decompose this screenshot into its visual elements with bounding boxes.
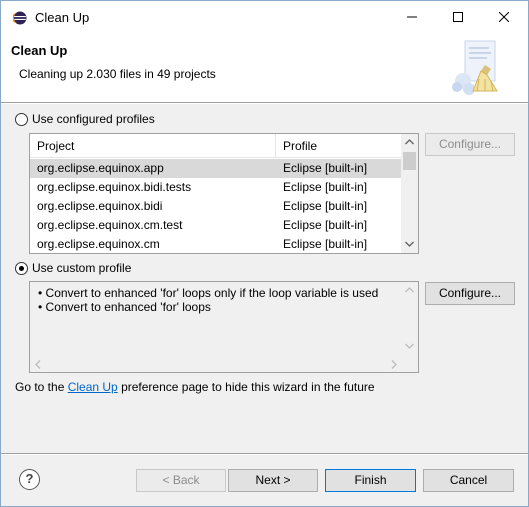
project-cell: org.eclipse.equinox.cm.test [37,218,183,232]
table-row[interactable]: org.eclipse.equinox.app Eclipse [built-i… [30,159,402,178]
table-row[interactable]: org.eclipse.equinox.bidi.tests Eclipse [… [30,178,402,197]
scrollbar-thumb[interactable] [403,152,416,170]
table-row[interactable]: org.eclipse.equinox.cm Eclipse [built-in… [30,235,402,253]
configure-profiles-button[interactable]: Configure... [425,133,515,156]
next-button[interactable]: Next > [228,469,318,492]
title-bar: Clean Up [1,1,528,33]
cleanup-wizard-icon [452,40,498,95]
use-custom-profile-label[interactable]: Use custom profile [32,261,131,275]
profile-cell: Eclipse [built-in] [283,180,368,194]
clean-up-preference-link[interactable]: Clean Up [68,380,118,394]
custom-profile-summary: • Convert to enhanced 'for' loops only i… [29,281,419,373]
close-icon [499,12,509,22]
use-configured-profiles-radio[interactable] [15,113,28,126]
cancel-button[interactable]: Cancel [423,469,514,492]
chevron-up-icon[interactable] [405,139,414,145]
chevron-left-icon[interactable] [35,360,41,369]
list-item: • Convert to enhanced 'for' loops [38,300,211,314]
help-icon[interactable]: ? [19,469,40,490]
column-header-profile[interactable]: Profile [276,134,402,158]
profile-cell: Eclipse [built-in] [283,161,368,175]
profile-cell: Eclipse [built-in] [283,237,368,251]
column-header-project[interactable]: Project [30,134,276,158]
table-row[interactable]: org.eclipse.equinox.bidi Eclipse [built-… [30,197,402,216]
project-cell: org.eclipse.equinox.bidi.tests [37,180,192,194]
finish-button[interactable]: Finish [325,469,416,492]
back-button[interactable]: < Back [136,469,226,492]
wizard-header: Clean Up Cleaning up 2.030 files in 49 p… [1,33,528,103]
summary-vertical-scrollbar[interactable] [401,282,418,355]
chevron-down-icon[interactable] [405,241,414,247]
page-title: Clean Up [11,43,68,58]
minimize-button[interactable] [389,1,435,33]
use-configured-profiles-label[interactable]: Use configured profiles [32,112,155,126]
project-cell: org.eclipse.equinox.app [37,161,164,175]
use-custom-profile-radio[interactable] [15,262,28,275]
maximize-button[interactable] [435,1,481,33]
chevron-down-icon[interactable] [405,343,414,349]
list-item: • Convert to enhanced 'for' loops only i… [38,286,379,300]
profile-cell: Eclipse [built-in] [283,218,368,232]
hint-text-before: Go to the [15,380,68,394]
window-title: Clean Up [35,10,90,25]
close-button[interactable] [481,1,527,33]
project-cell: org.eclipse.equinox.cm [37,237,160,251]
configure-custom-button[interactable]: Configure... [425,282,515,305]
preference-hint: Go to the Clean Up preference page to hi… [15,380,375,394]
profiles-table[interactable]: Project Profile org.eclipse.equinox.app … [29,133,419,254]
hint-text-after: preference page to hide this wizard in t… [117,380,375,394]
eclipse-icon [13,11,27,25]
chevron-right-icon[interactable] [391,360,397,369]
profile-cell: Eclipse [built-in] [283,199,368,213]
page-description: Cleaning up 2.030 files in 49 projects [19,67,216,81]
summary-horizontal-scrollbar[interactable] [30,355,402,372]
minimize-icon [407,16,417,18]
table-row[interactable]: org.eclipse.equinox.cm.test Eclipse [bui… [30,216,402,235]
maximize-icon [453,12,463,22]
table-vertical-scrollbar[interactable] [401,134,418,253]
chevron-up-icon[interactable] [405,287,414,293]
project-cell: org.eclipse.equinox.bidi [37,199,163,213]
